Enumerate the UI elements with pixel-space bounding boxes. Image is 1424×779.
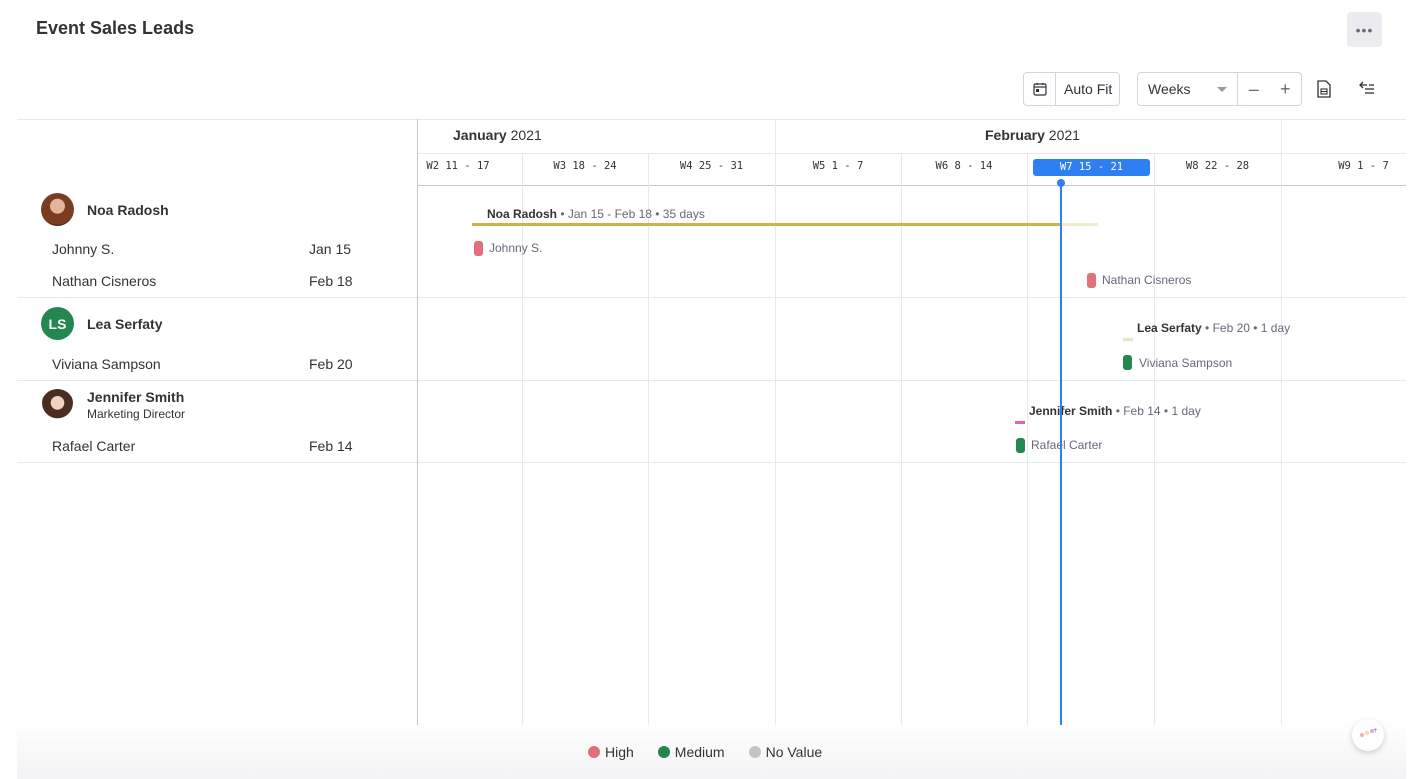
priority-marker[interactable] bbox=[1016, 438, 1025, 453]
assistant-button[interactable]: + bbox=[1352, 719, 1384, 751]
grid-line bbox=[522, 153, 523, 725]
item-bar-label: Viviana Sampson bbox=[1139, 356, 1233, 370]
group-bar[interactable] bbox=[472, 223, 1060, 226]
legend-dot bbox=[748, 746, 761, 758]
month-header: February 2021 bbox=[985, 127, 1080, 143]
week-header: W8 22 - 28 bbox=[1185, 160, 1250, 172]
divider bbox=[17, 380, 1406, 381]
divider bbox=[775, 119, 776, 153]
grid-line bbox=[1027, 153, 1028, 725]
item-date: Feb 14 bbox=[309, 438, 353, 454]
group-bar-remaining bbox=[1060, 223, 1098, 226]
zoom-controls: Weeks – + bbox=[1137, 72, 1302, 106]
week-header: W9 1 - 7 bbox=[1338, 160, 1389, 172]
priority-marker[interactable] bbox=[1123, 355, 1132, 370]
more-options-button[interactable]: ••• bbox=[1347, 12, 1382, 47]
week-header: W6 8 - 14 bbox=[935, 160, 993, 172]
legend-dot bbox=[588, 746, 600, 758]
calendar-icon bbox=[1024, 73, 1056, 105]
item-date: Feb 18 bbox=[309, 273, 353, 289]
today-marker bbox=[1057, 179, 1065, 187]
group-bar-label: Noa Radosh • Jan 15 - Feb 18 • 35 days bbox=[487, 207, 705, 221]
month-header: January 2021 bbox=[453, 127, 542, 143]
scale-select-value: Weeks bbox=[1148, 81, 1191, 97]
week-header-current: W7 15 - 21 bbox=[1033, 159, 1150, 176]
item-name[interactable]: Nathan Cisneros bbox=[52, 273, 156, 289]
legend-item-no-value: No Value bbox=[748, 744, 822, 760]
item-name[interactable]: Viviana Sampson bbox=[52, 356, 161, 372]
item-bar-label: Nathan Cisneros bbox=[1102, 273, 1192, 287]
panel-divider[interactable] bbox=[417, 119, 418, 725]
today-line bbox=[1060, 182, 1062, 725]
legend: High Medium No Value bbox=[588, 744, 822, 760]
item-date: Feb 20 bbox=[309, 356, 353, 372]
divider bbox=[17, 119, 1406, 120]
legend-item-medium: Medium bbox=[657, 744, 725, 760]
legend-dot bbox=[657, 746, 670, 758]
avatar bbox=[41, 389, 74, 422]
priority-marker[interactable] bbox=[474, 241, 483, 256]
item-name[interactable]: Johnny S. bbox=[52, 241, 114, 257]
grid-line bbox=[1154, 153, 1155, 725]
caret-down-icon bbox=[1217, 86, 1227, 92]
week-header: W5 1 - 7 bbox=[812, 160, 864, 172]
group-name[interactable]: Jennifer Smith bbox=[87, 389, 184, 405]
grid-line bbox=[775, 153, 776, 725]
week-header: W2 11 - 17 bbox=[426, 160, 490, 172]
group-bar-label: Jennifer Smith • Feb 14 • 1 day bbox=[1029, 404, 1201, 418]
group-name[interactable]: Lea Serfaty bbox=[87, 316, 162, 332]
avatar bbox=[41, 193, 74, 226]
item-date: Jan 15 bbox=[309, 241, 352, 257]
auto-fit-label: Auto Fit bbox=[1064, 81, 1113, 97]
group-bar[interactable] bbox=[1015, 421, 1025, 424]
week-header: W4 25 - 31 bbox=[679, 160, 744, 172]
zoom-out-button[interactable]: – bbox=[1238, 73, 1270, 105]
auto-fit-button[interactable]: Auto Fit bbox=[1023, 72, 1120, 106]
week-header: W3 18 - 24 bbox=[553, 160, 617, 172]
page-title: Event Sales Leads bbox=[36, 18, 195, 38]
group-name[interactable]: Noa Radosh bbox=[87, 202, 169, 218]
assistant-icon: + bbox=[1359, 726, 1378, 744]
group-subtitle: Marketing Director bbox=[87, 407, 186, 421]
divider bbox=[418, 185, 1406, 186]
divider bbox=[418, 153, 1406, 154]
item-bar-label: Johnny S. bbox=[489, 241, 543, 255]
priority-marker[interactable] bbox=[1087, 273, 1096, 288]
zoom-in-button[interactable]: + bbox=[1270, 73, 1302, 105]
item-bar-label: Rafael Carter bbox=[1031, 438, 1103, 452]
group-bar-label: Lea Serfaty • Feb 20 • 1 day bbox=[1137, 321, 1291, 335]
export-doc-icon[interactable] bbox=[1316, 80, 1332, 103]
grid-line bbox=[901, 153, 902, 725]
scale-select[interactable]: Weeks bbox=[1138, 73, 1238, 105]
legend-item-high: High bbox=[588, 744, 634, 760]
divider bbox=[1281, 119, 1282, 153]
collapse-icon[interactable] bbox=[1358, 80, 1376, 101]
svg-text:+: + bbox=[1373, 727, 1377, 734]
group-bar[interactable] bbox=[1123, 338, 1133, 341]
avatar: LS bbox=[41, 307, 74, 340]
divider bbox=[17, 462, 1406, 463]
grid-line bbox=[648, 153, 649, 725]
grid-line bbox=[1281, 153, 1282, 725]
item-name[interactable]: Rafael Carter bbox=[52, 438, 135, 454]
more-icon: ••• bbox=[1355, 21, 1374, 38]
divider bbox=[17, 297, 1406, 298]
